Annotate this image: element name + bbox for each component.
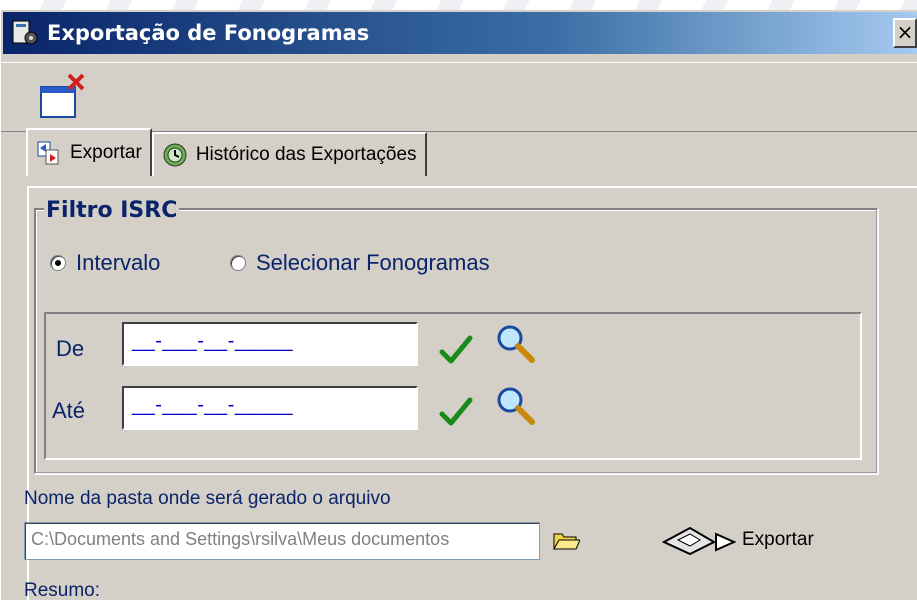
tab-strip: Exportar Histórico das Exportações [26,128,427,178]
radio-intervalo[interactable]: Intervalo [50,250,160,276]
radio-button[interactable] [50,255,66,271]
folder-path-input[interactable]: C:\Documents and Settings\rsilva\Meus do… [24,522,540,560]
check-icon[interactable] [438,332,474,368]
folder-label: Nome da pasta onde será gerado o arquivo [24,488,391,509]
tab-label: Exportar [70,142,142,163]
from-label: De [56,336,85,361]
disk-export-icon [660,524,737,556]
search-icon[interactable] [494,322,538,366]
summary-label: Resumo: [24,580,101,600]
tab-historico[interactable]: Histórico das Exportações [151,132,427,176]
radio-label: Selecionar Fonogramas [256,250,490,275]
isrc-to-input[interactable]: __-___-__-_____ [122,386,418,430]
search-icon[interactable] [494,384,538,428]
export-label: Exportar [742,529,814,550]
app-icon [11,18,41,48]
to-label: Até [52,398,86,423]
toolbar [1,62,917,132]
export-button[interactable]: Exportar [660,520,814,560]
window-close-icon[interactable] [37,71,89,123]
radio-label: Intervalo [76,250,161,275]
tab-label: Histórico das Exportações [195,144,417,165]
isrc-from-input[interactable]: __-___-__-_____ [122,322,418,366]
browse-folder-icon[interactable] [552,530,581,552]
radio-button[interactable] [230,255,246,271]
check-icon[interactable] [438,394,474,430]
tab-exportar[interactable]: Exportar [26,128,152,176]
group-title: Filtro ISRC [44,198,180,223]
window-title: Exportação de Fonogramas [47,21,370,45]
title-bar[interactable]: Exportação de Fonogramas × [3,12,917,54]
close-window-button[interactable]: × [893,18,917,48]
radio-selecionar-fonogramas[interactable]: Selecionar Fonogramas [230,250,490,276]
history-globe-icon [162,142,188,168]
export-document-icon [36,140,62,166]
